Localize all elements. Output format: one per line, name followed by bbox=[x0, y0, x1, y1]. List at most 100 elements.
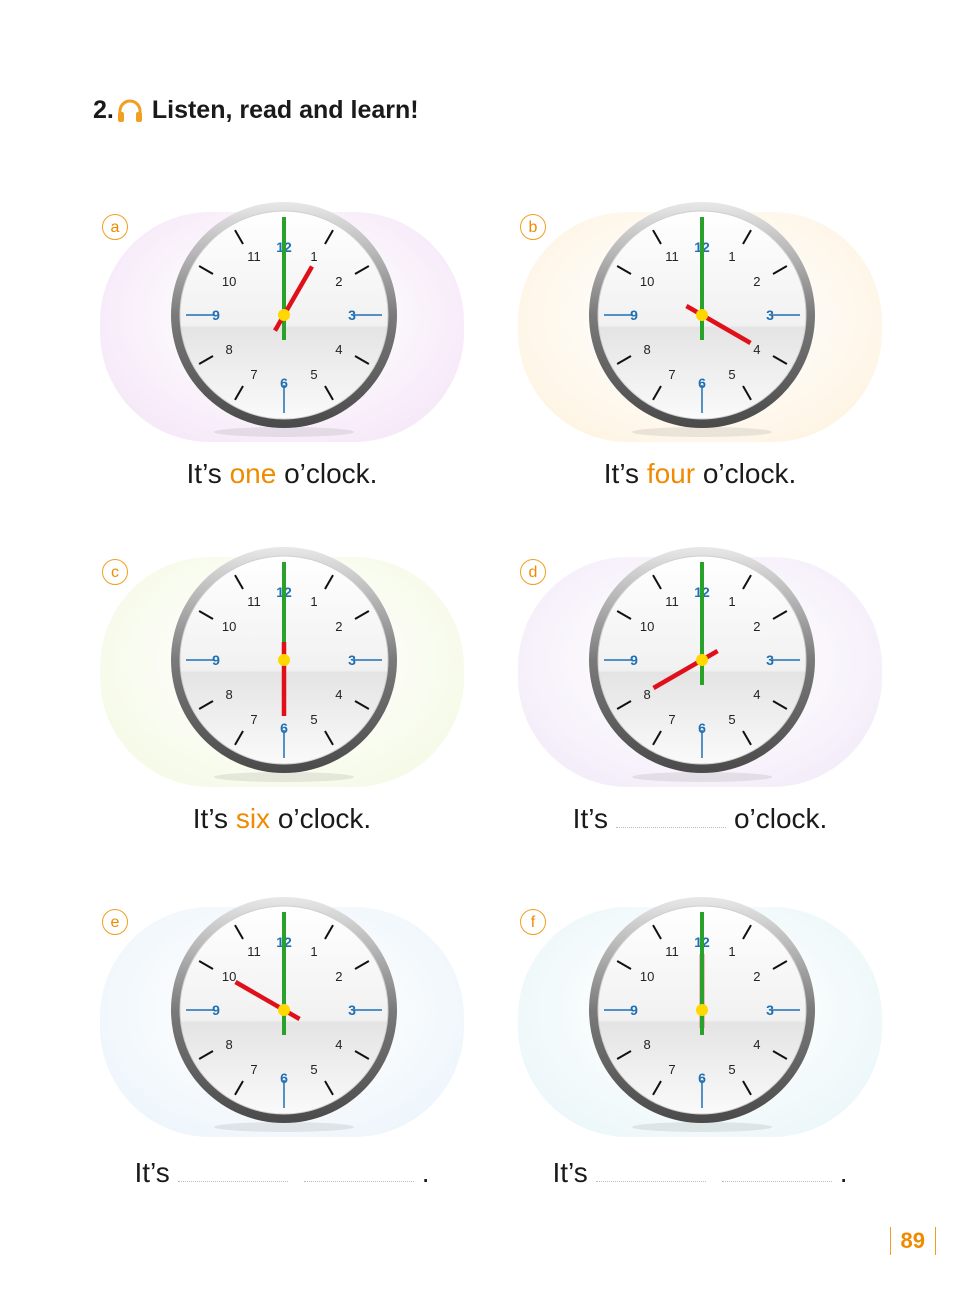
clock-number-3: 3 bbox=[348, 307, 356, 323]
clock-number-5: 5 bbox=[728, 1062, 735, 1077]
exercise-title: Listen, read and learn! bbox=[151, 96, 419, 124]
time-word: four bbox=[646, 458, 696, 489]
clock-number-9: 9 bbox=[630, 307, 638, 323]
headphones-icon[interactable] bbox=[116, 97, 144, 125]
clock-number-3: 3 bbox=[348, 652, 356, 668]
clock-number-1: 1 bbox=[728, 944, 735, 959]
answer-blank-2[interactable] bbox=[303, 1163, 414, 1182]
clock-number-8: 8 bbox=[643, 342, 650, 357]
answer-blank-2[interactable] bbox=[721, 1163, 832, 1182]
sentence-start: It’s bbox=[572, 803, 608, 834]
center-pin bbox=[696, 309, 708, 321]
clock-number-10: 10 bbox=[222, 619, 236, 634]
clock-number-11: 11 bbox=[665, 249, 679, 264]
page-number: 89 bbox=[889, 1227, 936, 1255]
clock-number-5: 5 bbox=[728, 712, 735, 727]
item-letter: d bbox=[520, 559, 546, 585]
clock-number-6: 6 bbox=[280, 1070, 288, 1086]
clock-number-10: 10 bbox=[222, 969, 236, 984]
clock-number-1: 1 bbox=[310, 944, 317, 959]
clock-number-1: 1 bbox=[310, 249, 317, 264]
sentence-end: . bbox=[839, 1157, 848, 1188]
answer-blank-1[interactable] bbox=[177, 1163, 288, 1182]
clock-sentence: It’s six o’clock. bbox=[100, 803, 464, 835]
clock-number-6: 6 bbox=[698, 375, 706, 391]
clock-number-2: 2 bbox=[753, 274, 760, 289]
answer-blank[interactable] bbox=[615, 809, 726, 828]
clock-number-8: 8 bbox=[225, 1037, 232, 1052]
clock-item-b: b121234567891011It’s four o’clock. bbox=[518, 202, 918, 532]
clock-number-8: 8 bbox=[225, 342, 232, 357]
clock-number-5: 5 bbox=[310, 712, 317, 727]
clock-number-10: 10 bbox=[640, 619, 654, 634]
clock-sentence: It’s. bbox=[518, 1157, 882, 1189]
center-pin bbox=[278, 654, 290, 666]
center-pin bbox=[696, 1004, 708, 1016]
exercise-number: 2. bbox=[93, 96, 114, 124]
sentence-end: o’clock. bbox=[733, 803, 828, 834]
clock-number-9: 9 bbox=[212, 1002, 220, 1018]
clock-number-5: 5 bbox=[310, 1062, 317, 1077]
clock-number-7: 7 bbox=[668, 367, 675, 382]
analog-clock: 121234567891011 bbox=[171, 897, 397, 1132]
clock-number-3: 3 bbox=[766, 307, 774, 323]
clock-item-d: d121234567891011It’so’clock. bbox=[518, 547, 918, 877]
clock-number-2: 2 bbox=[335, 969, 342, 984]
analog-clock: 121234567891011 bbox=[171, 547, 397, 782]
clock-sentence: It’s one o’clock. bbox=[100, 458, 464, 490]
sentence-end: . bbox=[421, 1157, 430, 1188]
clock-number-4: 4 bbox=[335, 342, 342, 357]
sentence-start: It’s bbox=[603, 458, 647, 489]
sentence-start: It’s bbox=[186, 458, 230, 489]
clock-number-5: 5 bbox=[728, 367, 735, 382]
clock-item-c: c121234567891011It’s six o’clock. bbox=[100, 547, 500, 877]
clock-shadow bbox=[632, 427, 772, 437]
clock-shadow bbox=[632, 772, 772, 782]
clock-number-2: 2 bbox=[335, 619, 342, 634]
clock-shadow bbox=[632, 1122, 772, 1132]
clock-number-8: 8 bbox=[643, 687, 650, 702]
clock-number-1: 1 bbox=[728, 594, 735, 609]
item-letter: f bbox=[520, 909, 546, 935]
clock-shadow bbox=[214, 427, 354, 437]
clock-number-7: 7 bbox=[250, 712, 257, 727]
analog-clock: 121234567891011 bbox=[589, 897, 815, 1132]
clock-number-11: 11 bbox=[247, 594, 261, 609]
clock-number-2: 2 bbox=[753, 619, 760, 634]
clock-number-3: 3 bbox=[348, 1002, 356, 1018]
item-letter: a bbox=[102, 214, 128, 240]
clock-number-4: 4 bbox=[335, 1037, 342, 1052]
clock-number-6: 6 bbox=[280, 720, 288, 736]
clock-number-11: 11 bbox=[247, 944, 261, 959]
clock-number-10: 10 bbox=[222, 274, 236, 289]
item-letter: c bbox=[102, 559, 128, 585]
clock-number-10: 10 bbox=[640, 274, 654, 289]
clock-number-6: 6 bbox=[698, 720, 706, 736]
clock-number-1: 1 bbox=[310, 594, 317, 609]
item-letter: b bbox=[520, 214, 546, 240]
time-word: one bbox=[229, 458, 277, 489]
clock-number-1: 1 bbox=[728, 249, 735, 264]
clock-number-7: 7 bbox=[668, 1062, 675, 1077]
clock-number-6: 6 bbox=[280, 375, 288, 391]
clock-number-9: 9 bbox=[630, 1002, 638, 1018]
exercise-heading: 2. Listen, read and learn! bbox=[93, 96, 419, 125]
clock-number-4: 4 bbox=[753, 342, 760, 357]
clock-number-4: 4 bbox=[335, 687, 342, 702]
center-pin bbox=[278, 1004, 290, 1016]
clock-number-7: 7 bbox=[250, 367, 257, 382]
clock-number-11: 11 bbox=[665, 944, 679, 959]
sentence-start: It’s bbox=[552, 1157, 588, 1188]
clock-number-11: 11 bbox=[247, 249, 261, 264]
sentence-end: o’clock. bbox=[695, 458, 797, 489]
sentence-end: o’clock. bbox=[276, 458, 378, 489]
time-word: six bbox=[235, 803, 271, 834]
answer-blank-1[interactable] bbox=[595, 1163, 706, 1182]
clock-number-2: 2 bbox=[753, 969, 760, 984]
clock-number-9: 9 bbox=[630, 652, 638, 668]
clock-number-3: 3 bbox=[766, 652, 774, 668]
clock-number-8: 8 bbox=[225, 687, 232, 702]
clock-item-e: e121234567891011It’s. bbox=[100, 897, 500, 1227]
clock-number-6: 6 bbox=[698, 1070, 706, 1086]
clock-number-8: 8 bbox=[643, 1037, 650, 1052]
